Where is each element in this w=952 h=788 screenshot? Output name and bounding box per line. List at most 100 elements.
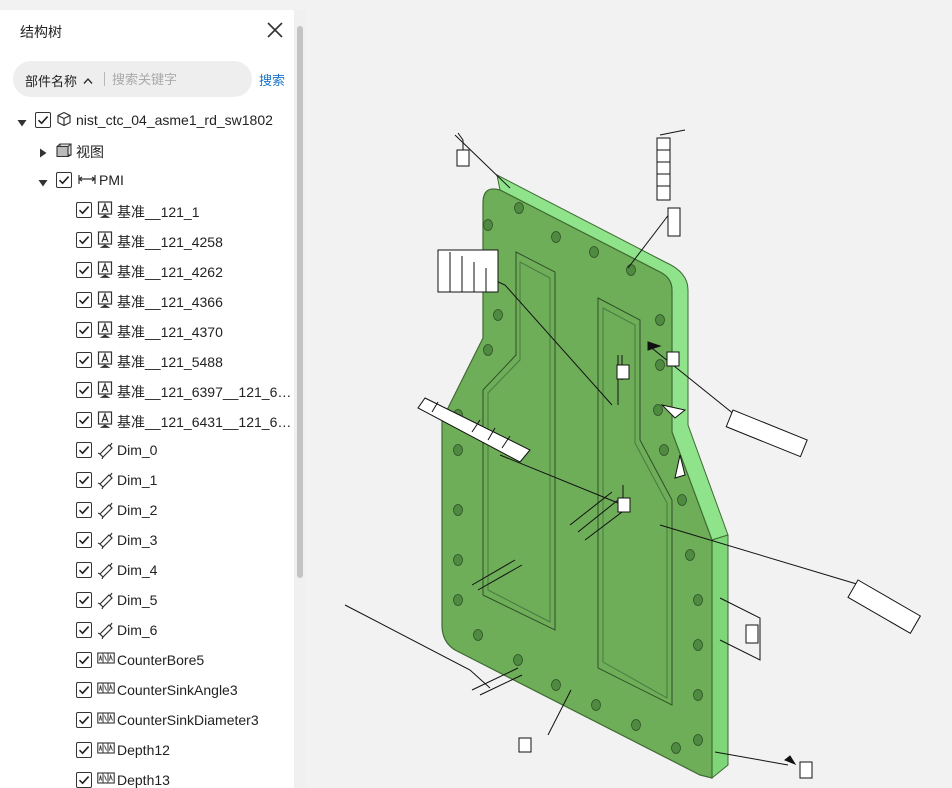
tree-item[interactable]: Dim_2 (0, 495, 294, 525)
tree-checkbox[interactable] (76, 202, 92, 218)
tree-item[interactable]: CounterSinkAngle3 (0, 675, 294, 705)
model-canvas[interactable] (306, 0, 952, 788)
datum-icon (97, 351, 113, 368)
divider (104, 72, 105, 86)
tree-item[interactable]: Depth13 (0, 765, 294, 788)
tree-checkbox[interactable] (76, 652, 92, 668)
tree-checkbox[interactable] (76, 562, 92, 578)
tree-item-label: Dim_6 (117, 622, 158, 638)
tree-item[interactable]: 基准__121_4370 (0, 315, 294, 345)
datum-icon (97, 321, 113, 338)
tree-checkbox[interactable] (76, 622, 92, 638)
tree-item-label: CounterBore5 (117, 652, 205, 668)
tree-item[interactable]: Dim_4 (0, 555, 294, 585)
tree-checkbox[interactable] (76, 412, 92, 428)
feature-icon (97, 681, 115, 697)
field-select[interactable]: 部件名称 (25, 71, 93, 90)
tree-checkbox[interactable] (76, 262, 92, 278)
tree-item[interactable]: CounterSinkDiameter3 (0, 705, 294, 735)
tree-item[interactable]: PMI (0, 165, 294, 195)
tree-item-label: Dim_5 (117, 592, 158, 608)
tree-item-label: 视图 (76, 144, 104, 160)
tree-item-label: Depth13 (117, 772, 170, 788)
dim-icon (97, 531, 113, 550)
tree-item-label: 基准__121_1 (117, 204, 200, 220)
datum-icon (97, 411, 113, 428)
tree-item[interactable]: 基准__121_4366 (0, 285, 294, 315)
tree-item-label: Dim_2 (117, 502, 158, 518)
tree-checkbox[interactable] (76, 502, 92, 518)
dim-icon (97, 591, 113, 610)
caret-down-icon[interactable] (17, 115, 27, 127)
cube-solid-icon (56, 141, 72, 158)
tree-checkbox[interactable] (76, 682, 92, 698)
tree-item[interactable]: Dim_5 (0, 585, 294, 615)
tree-item[interactable]: CounterBore5 (0, 645, 294, 675)
tree-item[interactable]: 基准__121_4262 (0, 255, 294, 285)
feature-icon (97, 651, 115, 667)
tree-item[interactable]: Dim_1 (0, 465, 294, 495)
tree-item-label: 基准__121_4262 (117, 264, 223, 280)
search-bar: 部件名称 (13, 61, 252, 97)
search-input[interactable] (112, 69, 242, 89)
tree-item[interactable]: Dim_0 (0, 435, 294, 465)
datum-icon (97, 231, 113, 248)
tree-checkbox[interactable] (76, 532, 92, 548)
dim-icon (97, 471, 113, 490)
tree-checkbox[interactable] (76, 772, 92, 788)
tree-item-label: 基准__121_6397__121_6… (117, 384, 292, 400)
3d-viewport[interactable] (306, 0, 952, 788)
structure-tree-panel: 结构树 部件名称 搜索 nist_ctc_04_asme1_rd_sw1802 视… (0, 0, 306, 788)
tree-item-label: 基准__121_4370 (117, 324, 223, 340)
datum-icon (97, 291, 113, 308)
dim-icon (97, 441, 113, 460)
caret-down-icon[interactable] (38, 175, 48, 187)
cube-outline-icon (56, 111, 72, 127)
tree-checkbox[interactable] (76, 472, 92, 488)
scrollbar-thumb[interactable] (297, 26, 303, 578)
tree-checkbox[interactable] (76, 292, 92, 308)
tree-item-label: 基准__121_4258 (117, 234, 223, 250)
tree-item-label: 基准__121_4366 (117, 294, 223, 310)
tree-checkbox[interactable] (76, 592, 92, 608)
panel-title: 结构树 (20, 24, 62, 40)
tree-item[interactable]: Dim_6 (0, 615, 294, 645)
tree-item-label: nist_ctc_04_asme1_rd_sw1802 (76, 112, 273, 128)
dim-icon (97, 621, 113, 640)
tree-item[interactable]: 基准__121_6431__121_6… (0, 405, 294, 435)
tree-item-label: Dim_0 (117, 442, 158, 458)
tree-item[interactable]: Dim_3 (0, 525, 294, 555)
caret-right-icon[interactable] (38, 145, 48, 158)
search-button[interactable]: 搜索 (259, 70, 285, 89)
tree-item[interactable]: 基准__121_6397__121_6… (0, 375, 294, 405)
tree-item[interactable]: 视图 (0, 135, 294, 165)
tree-item[interactable]: 基准__121_4258 (0, 225, 294, 255)
tree-checkbox[interactable] (76, 352, 92, 368)
tree-checkbox[interactable] (76, 232, 92, 248)
tree-item-label: Dim_1 (117, 472, 158, 488)
tree-item-label: Dim_4 (117, 562, 158, 578)
tree-item[interactable]: Depth12 (0, 735, 294, 765)
dimension-icon (77, 171, 96, 187)
tree-checkbox[interactable] (76, 742, 92, 758)
tree-item[interactable]: 基准__121_1 (0, 195, 294, 225)
tree-item[interactable]: nist_ctc_04_asme1_rd_sw1802 (0, 105, 294, 135)
datum-icon (97, 381, 113, 398)
tree-item-label: 基准__121_5488 (117, 354, 223, 370)
tree-item[interactable]: 基准__121_5488 (0, 345, 294, 375)
tree-checkbox[interactable] (76, 712, 92, 728)
tree-item-label: CounterSinkAngle3 (117, 682, 238, 698)
tree-checkbox[interactable] (35, 112, 51, 128)
feature-icon (97, 741, 115, 757)
field-select-label: 部件名称 (25, 74, 78, 89)
tree-item-label: PMI (99, 172, 124, 188)
tree-checkbox[interactable] (76, 322, 92, 338)
tree-checkbox[interactable] (76, 382, 92, 398)
tree-checkbox[interactable] (76, 442, 92, 458)
close-icon[interactable] (266, 21, 284, 39)
tree-checkbox[interactable] (56, 172, 72, 188)
feature-icon (97, 711, 115, 727)
chevron-up-icon (83, 73, 93, 88)
datum-icon (97, 201, 113, 218)
dim-icon (97, 561, 113, 580)
